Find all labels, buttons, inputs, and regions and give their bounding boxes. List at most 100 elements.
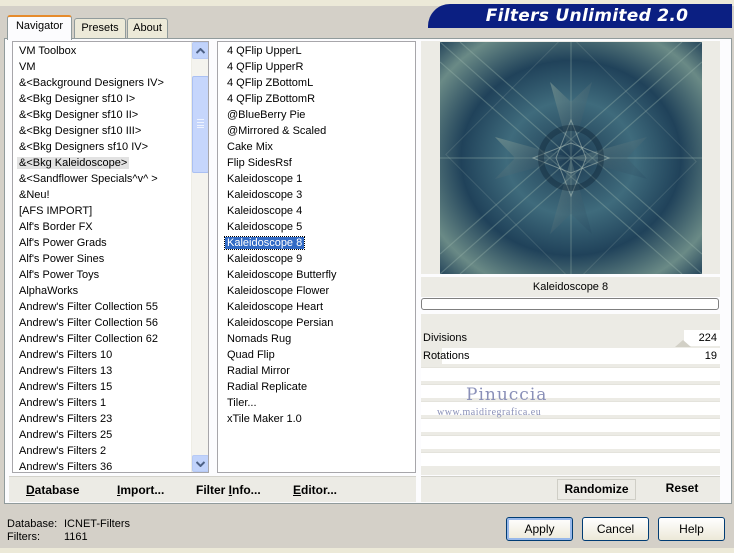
scroll-down-button[interactable]	[192, 455, 208, 472]
list-item[interactable]: 4 QFlip UpperR	[218, 59, 336, 75]
list-item[interactable]: Flip SidesRsf	[218, 155, 336, 171]
list-item[interactable]: &<Sandflower Specials^v^ >	[13, 171, 191, 187]
list-item[interactable]: xTile Maker 1.0	[218, 411, 336, 427]
list-item-label: Kaleidoscope Butterfly	[227, 269, 337, 281]
status-filters-label: Filters:	[7, 531, 40, 543]
list-item[interactable]: @Mirrored & Scaled	[218, 123, 336, 139]
database-button-accel: D	[26, 483, 35, 497]
param-row-empty	[421, 367, 720, 381]
preview-image	[440, 42, 702, 274]
list-item[interactable]: Alf's Power Sines	[13, 251, 191, 267]
list-item[interactable]: @BlueBerry Pie	[218, 107, 336, 123]
list-item[interactable]: Alf's Border FX	[13, 219, 191, 235]
list-item-label: Andrew's Filters 2	[19, 445, 107, 457]
cancel-button[interactable]: Cancel	[582, 517, 649, 541]
list-item[interactable]: Alf's Power Toys	[13, 267, 191, 283]
list-item-label: @BlueBerry Pie	[227, 109, 306, 121]
list-item[interactable]: &<Bkg Designer sf10 I>	[13, 91, 191, 107]
list-item[interactable]: Andrew's Filter Collection 56	[13, 315, 191, 331]
list-item[interactable]: Radial Replicate	[218, 379, 336, 395]
list-item[interactable]: Cake Mix	[218, 139, 336, 155]
list-item[interactable]: Radial Mirror	[218, 363, 336, 379]
list-item[interactable]: 4 QFlip ZBottomL	[218, 75, 336, 91]
list-item-label: VM Toolbox	[19, 45, 77, 57]
list-item-label: Kaleidoscope Persian	[227, 317, 334, 329]
navigator-toolbar: Database Import... Filter Info... Editor…	[9, 476, 416, 502]
list-item-label: &<Background Designers IV>	[19, 77, 164, 89]
bottom-edge-strip	[0, 548, 734, 553]
filter-list[interactable]: 4 QFlip UpperL 4 QFlip UpperR 4 QFlip ZBot…	[217, 41, 416, 473]
list-item-label: Alf's Power Sines	[19, 253, 105, 265]
list-item[interactable]: &<Background Designers IV>	[13, 75, 191, 91]
category-scrollbar[interactable]	[191, 42, 208, 472]
list-item[interactable]: Kaleidoscope Butterfly	[218, 267, 336, 283]
list-item[interactable]: &<Bkg Designer sf10 III>	[13, 123, 191, 139]
list-item-label: Kaleidoscope 3	[227, 189, 303, 201]
list-item[interactable]: Andrew's Filters 23	[13, 411, 191, 427]
list-item[interactable]: [AFS IMPORT]	[13, 203, 191, 219]
param-row-rotations[interactable]: Rotations 19	[421, 348, 720, 365]
database-button[interactable]: Database	[26, 483, 79, 497]
list-item[interactable]: Kaleidoscope 9	[218, 251, 336, 267]
tab-navigator[interactable]: Navigator	[7, 15, 72, 40]
list-item[interactable]: Kaleidoscope Persian	[218, 315, 336, 331]
scroll-thumb[interactable]	[192, 76, 208, 173]
list-item-label: AlphaWorks	[19, 285, 79, 297]
list-item[interactable]: AlphaWorks	[13, 283, 191, 299]
list-item[interactable]: VM	[13, 59, 191, 75]
list-item[interactable]: Kaleidoscope 8	[218, 235, 336, 251]
list-item[interactable]: Alf's Power Grads	[13, 235, 191, 251]
list-item[interactable]: Kaleidoscope 3	[218, 187, 336, 203]
list-item[interactable]: Kaleidoscope 1	[218, 171, 336, 187]
list-item[interactable]: Andrew's Filters 36	[13, 459, 191, 472]
list-item-label: Andrew's Filter Collection 62	[19, 333, 159, 345]
list-item[interactable]: Kaleidoscope Heart	[218, 299, 336, 315]
list-item[interactable]: &<Bkg Kaleidoscope>	[13, 155, 191, 171]
help-button[interactable]: Help	[658, 517, 725, 541]
list-item-label: Andrew's Filters 25	[19, 429, 113, 441]
list-item[interactable]: &Neu!	[13, 187, 191, 203]
list-item-label: &<Bkg Designer sf10 III>	[19, 125, 142, 137]
list-item-label: Alf's Border FX	[19, 221, 93, 233]
list-item[interactable]: Andrew's Filters 10	[13, 347, 191, 363]
list-item[interactable]: Kaleidoscope 5	[218, 219, 336, 235]
tab-about[interactable]: About	[127, 18, 168, 39]
list-item[interactable]: Andrew's Filters 25	[13, 427, 191, 443]
list-item[interactable]: Andrew's Filters 13	[13, 363, 191, 379]
import-button[interactable]: Import...	[117, 483, 164, 497]
list-item-label: Andrew's Filters 23	[19, 413, 113, 425]
import-button-label: mport...	[120, 483, 165, 497]
list-item[interactable]: 4 QFlip UpperL	[218, 43, 336, 59]
list-item-label: Kaleidoscope 1	[227, 173, 303, 185]
list-item[interactable]: Nomads Rug	[218, 331, 336, 347]
param-value-divisions: 224	[698, 332, 717, 344]
progress-bar	[421, 298, 719, 310]
list-item[interactable]: Andrew's Filters 1	[13, 395, 191, 411]
list-item[interactable]: Quad Flip	[218, 347, 336, 363]
apply-button[interactable]: Apply	[506, 517, 573, 541]
param-row-divisions[interactable]: Divisions 224	[421, 330, 720, 347]
tab-presets[interactable]: Presets	[74, 18, 126, 39]
list-item-label: Andrew's Filters 15	[19, 381, 113, 393]
category-list[interactable]: VM Toolbox VM &<Background Designers IV> &<…	[12, 41, 209, 473]
list-item[interactable]: Andrew's Filters 15	[13, 379, 191, 395]
list-item[interactable]: Andrew's Filters 2	[13, 443, 191, 459]
filter-info-button[interactable]: Filter Info...	[196, 483, 261, 497]
scroll-up-button[interactable]	[192, 42, 208, 59]
database-button-label: atabase	[34, 483, 80, 497]
list-item[interactable]: Kaleidoscope 4	[218, 203, 336, 219]
list-item[interactable]: 4 QFlip ZBottomR	[218, 91, 336, 107]
list-item[interactable]: VM Toolbox	[13, 43, 191, 59]
reset-button[interactable]: Reset	[662, 479, 702, 500]
list-item[interactable]: Tiler...	[218, 395, 336, 411]
app-title-banner: Filters Unlimited 2.0	[428, 4, 732, 28]
randomize-button[interactable]: Randomize	[557, 479, 636, 500]
list-item[interactable]: &<Bkg Designers sf10 IV>	[13, 139, 191, 155]
list-item-label: Tiler...	[227, 397, 257, 409]
list-item[interactable]: Andrew's Filter Collection 55	[13, 299, 191, 315]
editor-button[interactable]: Editor...	[293, 483, 337, 497]
list-item-label: &Neu!	[19, 189, 50, 201]
list-item[interactable]: &<Bkg Designer sf10 II>	[13, 107, 191, 123]
list-item[interactable]: Kaleidoscope Flower	[218, 283, 336, 299]
list-item[interactable]: Andrew's Filter Collection 62	[13, 331, 191, 347]
